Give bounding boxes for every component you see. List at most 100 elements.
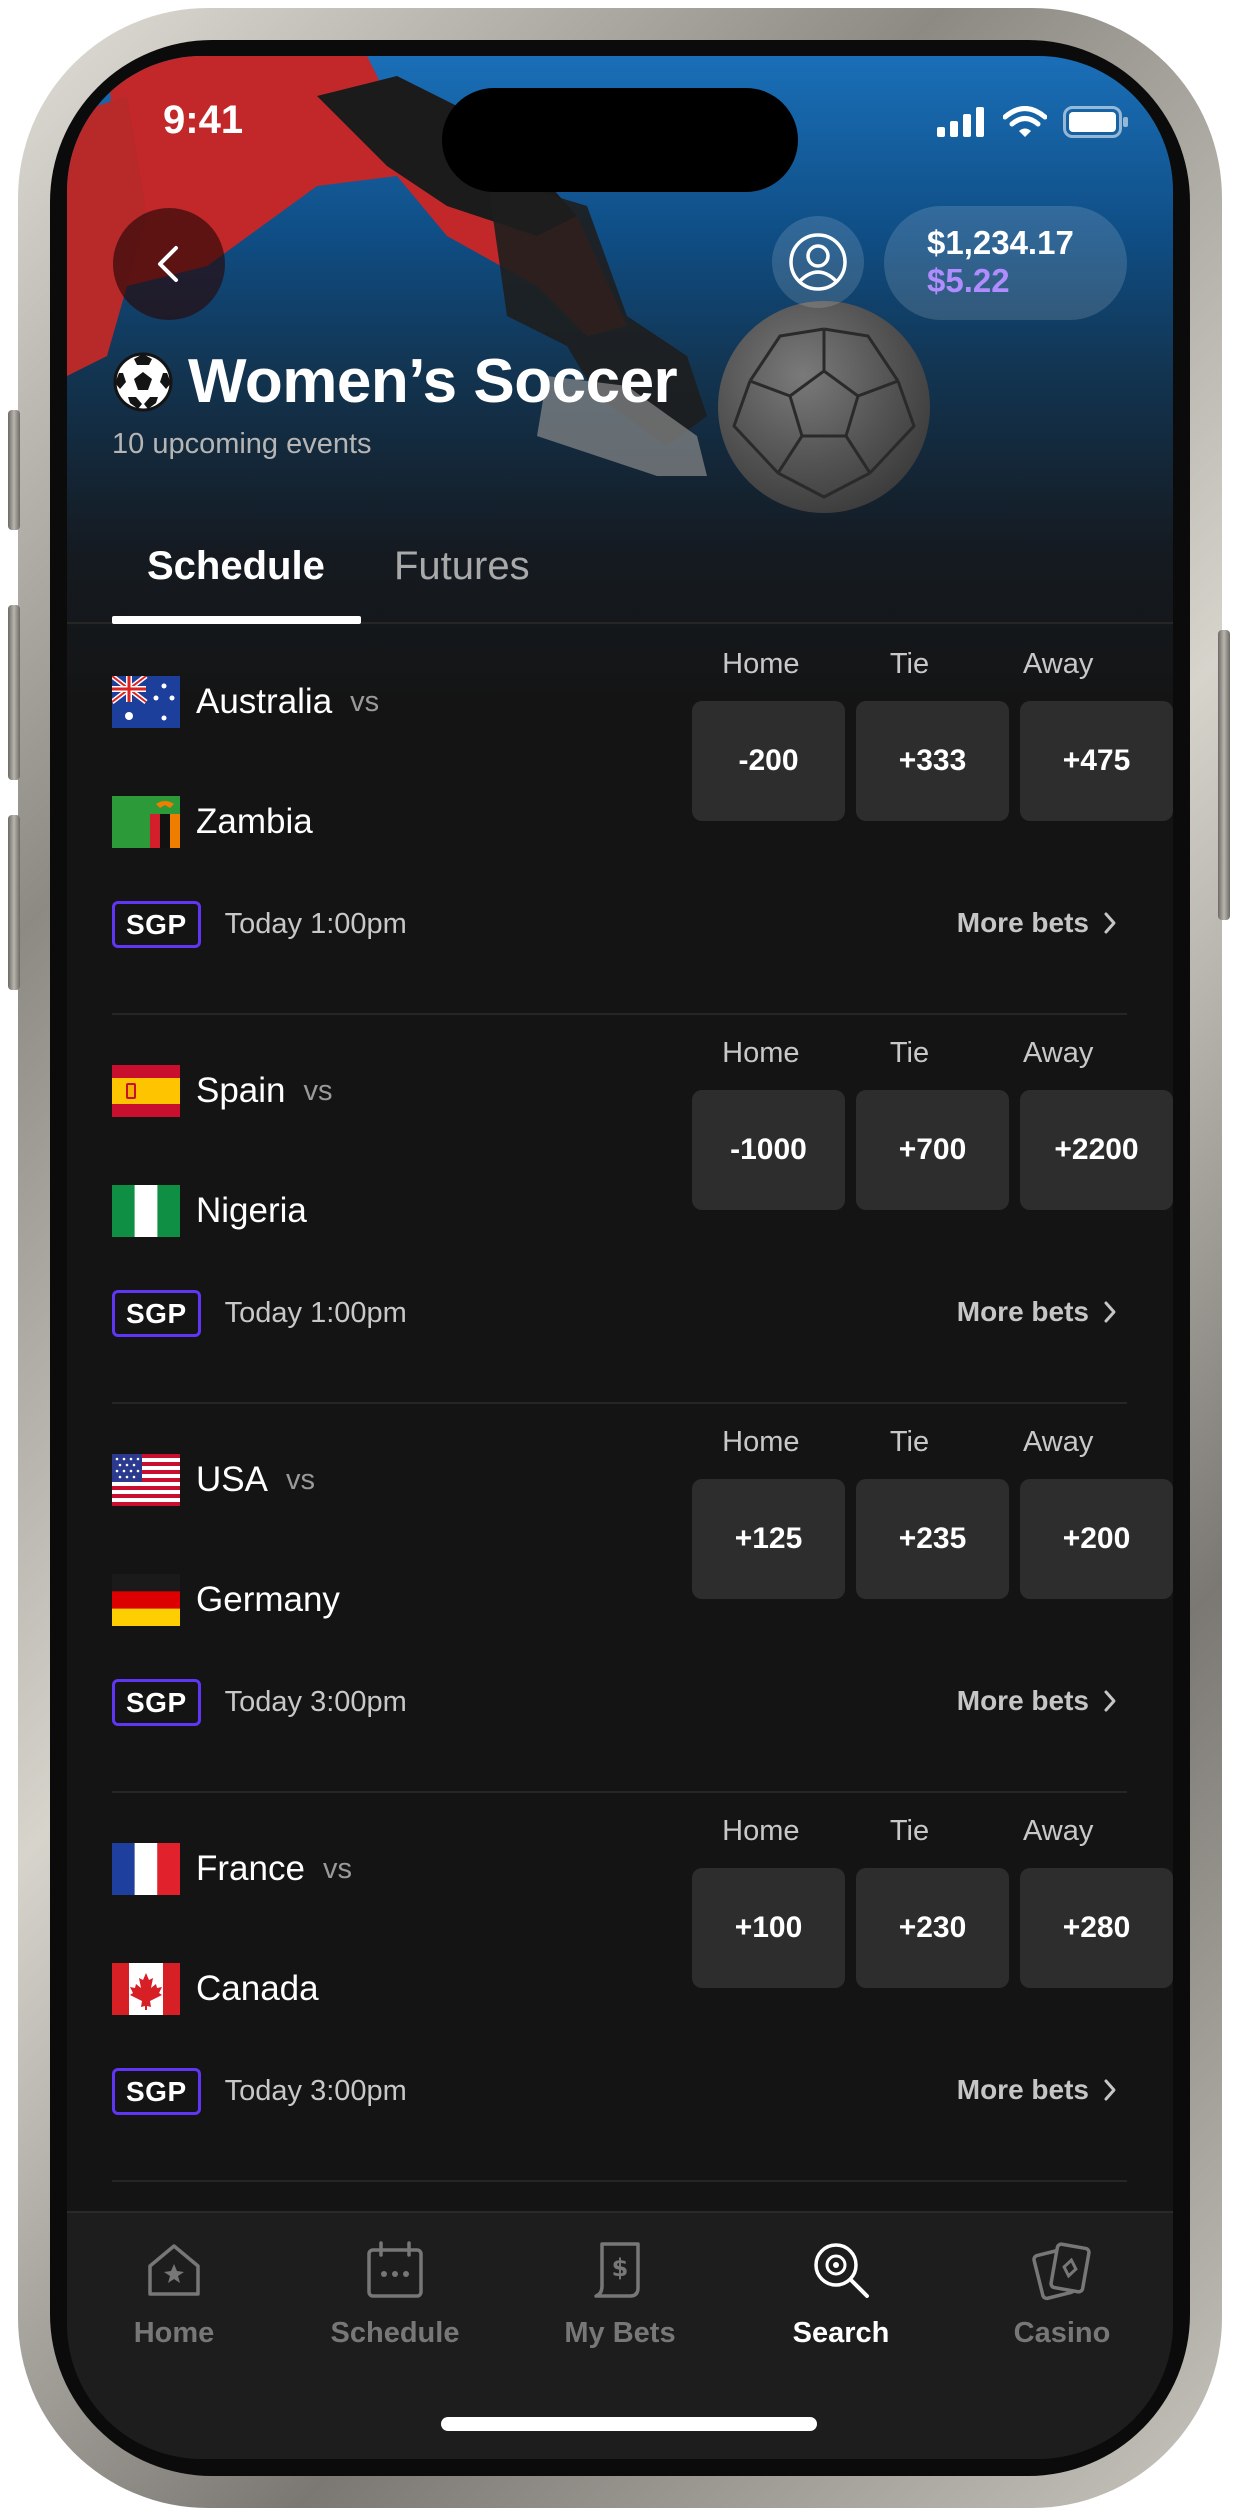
more-bets-label: More bets xyxy=(956,2074,1089,2105)
event-card: Spain vs Nigeria Home Tie Away -1000 +70… xyxy=(112,1015,1173,1404)
sgp-badge: SGP xyxy=(112,1290,201,1337)
odds-row: +125 +235 +200 xyxy=(692,1479,1173,1599)
away-team[interactable]: Zambia xyxy=(112,796,313,848)
odds-button-away[interactable]: +280 xyxy=(1020,1868,1173,1988)
battery-icon xyxy=(1063,106,1128,138)
away-team-name: Zambia xyxy=(196,802,313,841)
home-team[interactable]: France vs xyxy=(112,1843,352,1895)
event-meta: SGP Today 1:00pm xyxy=(112,1290,407,1337)
event-card: France vs Canada Home Tie Away +100 +230… xyxy=(112,1793,1173,2182)
home-indicator xyxy=(441,2417,817,2431)
home-team-name: Australia xyxy=(196,682,333,721)
nav-item-search[interactable]: Search xyxy=(751,2235,931,2350)
nav-label-home: Home xyxy=(133,2317,215,2349)
odds-row: -1000 +700 +2200 xyxy=(692,1090,1173,1210)
odds-button-away[interactable]: +475 xyxy=(1020,701,1173,821)
odds-button-home[interactable]: +125 xyxy=(692,1479,845,1599)
page-title: Women’s Soccer xyxy=(188,347,678,416)
france-flag-icon xyxy=(112,1843,180,1895)
phone-volume-up xyxy=(8,605,20,780)
odds-button-home[interactable]: -1000 xyxy=(692,1090,845,1210)
kickoff-time: Today 1:00pm xyxy=(224,1297,407,1329)
home-team[interactable]: USA vs xyxy=(112,1454,315,1506)
odds-button-away[interactable]: +2200 xyxy=(1020,1090,1173,1210)
tab-schedule[interactable]: Schedule xyxy=(147,544,325,589)
odds-row: +100 +230 +280 xyxy=(692,1868,1173,1988)
odds-header-tie: Tie xyxy=(889,648,930,680)
event-meta: SGP Today 1:00pm xyxy=(112,901,407,948)
balance-button[interactable]: $1,234.17 $5.22 xyxy=(884,206,1127,320)
bet-slip-icon: $ xyxy=(594,2242,640,2298)
chevron-left-icon xyxy=(158,246,178,282)
event-meta: SGP Today 3:00pm xyxy=(112,1679,407,1726)
odds-button-tie[interactable]: +235 xyxy=(856,1479,1009,1599)
nav-label-schedule: Schedule xyxy=(330,2317,460,2349)
away-team-name: Germany xyxy=(196,1580,340,1619)
nigeria-flag-icon xyxy=(112,1185,180,1237)
nav-item-my-bets[interactable]: $ My Bets xyxy=(530,2235,710,2350)
page-title-row: Women’s Soccer xyxy=(112,346,678,417)
odds-header: Home Tie Away xyxy=(692,1037,1127,1070)
vs-label: vs xyxy=(303,1074,333,1107)
kickoff-time: Today 3:00pm xyxy=(224,1686,407,1718)
odds-button-tie[interactable]: +700 xyxy=(856,1090,1009,1210)
dynamic-island xyxy=(442,88,798,192)
bonus-balance: $5.22 xyxy=(927,262,1010,299)
odds-button-away[interactable]: +200 xyxy=(1020,1479,1173,1599)
soccer-ball-illustration xyxy=(718,301,930,513)
more-bets-link[interactable]: More bets xyxy=(957,1685,1117,1717)
odds-header-home: Home xyxy=(722,648,800,680)
calendar-icon xyxy=(367,2241,423,2298)
odds-button-home[interactable]: -200 xyxy=(692,701,845,821)
home-team-name: USA xyxy=(196,1460,268,1499)
away-team[interactable]: Canada xyxy=(112,1963,319,2015)
cash-balance: $1,234.17 xyxy=(927,224,1074,261)
nav-item-home[interactable]: Home xyxy=(84,2235,264,2350)
odds-header-tie: Tie xyxy=(889,1815,930,1847)
search-icon xyxy=(814,2243,869,2298)
germany-flag-icon xyxy=(112,1574,180,1626)
odds-header-tie: Tie xyxy=(889,1037,930,1069)
status-icons xyxy=(937,106,1129,138)
nav-label-casino: Casino xyxy=(1013,2317,1111,2349)
odds-button-home[interactable]: +100 xyxy=(692,1868,845,1988)
status-time: 9:41 xyxy=(163,98,244,142)
more-bets-link[interactable]: More bets xyxy=(957,907,1117,939)
upcoming-events-count: 10 upcoming events xyxy=(112,428,372,460)
event-meta: SGP Today 3:00pm xyxy=(112,2068,407,2115)
nav-label-my-bets: My Bets xyxy=(564,2317,676,2349)
nav-item-schedule[interactable]: Schedule xyxy=(305,2235,485,2350)
odds-header: Home Tie Away xyxy=(692,1426,1127,1459)
event-card: USA vs Germany Home Tie Away +125 +235 +… xyxy=(112,1404,1173,1793)
odds-button-tie[interactable]: +230 xyxy=(856,1868,1009,1988)
vs-label: vs xyxy=(285,1463,315,1496)
kickoff-time: Today 1:00pm xyxy=(224,908,407,940)
odds-button-tie[interactable]: +333 xyxy=(856,701,1009,821)
chevron-right-icon xyxy=(1104,1301,1116,1323)
chevron-right-icon xyxy=(1104,1690,1116,1712)
tab-bar: Schedule Futures xyxy=(67,526,1173,624)
odds-header-home: Home xyxy=(722,1037,800,1069)
active-tab-indicator xyxy=(112,616,361,624)
user-icon xyxy=(789,233,847,291)
away-team-name: Nigeria xyxy=(196,1191,307,1230)
home-team[interactable]: Australia vs xyxy=(112,676,379,728)
soccer-ball-icon xyxy=(113,352,173,411)
vs-label: vs xyxy=(322,1852,352,1885)
away-team[interactable]: Nigeria xyxy=(112,1185,307,1237)
more-bets-link[interactable]: More bets xyxy=(957,2074,1117,2106)
odds-header: Home Tie Away xyxy=(692,1815,1127,1848)
more-bets-link[interactable]: More bets xyxy=(957,1296,1117,1328)
more-bets-label: More bets xyxy=(956,907,1089,938)
profile-button[interactable] xyxy=(772,216,864,308)
sgp-badge: SGP xyxy=(112,1679,201,1726)
back-button[interactable] xyxy=(113,208,225,320)
tab-futures[interactable]: Futures xyxy=(394,544,530,589)
home-team[interactable]: Spain vs xyxy=(112,1065,333,1117)
kickoff-time: Today 3:00pm xyxy=(224,2075,407,2107)
nav-item-casino[interactable]: Casino xyxy=(972,2235,1152,2350)
away-team[interactable]: Germany xyxy=(112,1574,340,1626)
sgp-badge: SGP xyxy=(112,2068,201,2115)
sgp-badge: SGP xyxy=(112,901,201,948)
odds-header-away: Away xyxy=(1022,1037,1094,1069)
